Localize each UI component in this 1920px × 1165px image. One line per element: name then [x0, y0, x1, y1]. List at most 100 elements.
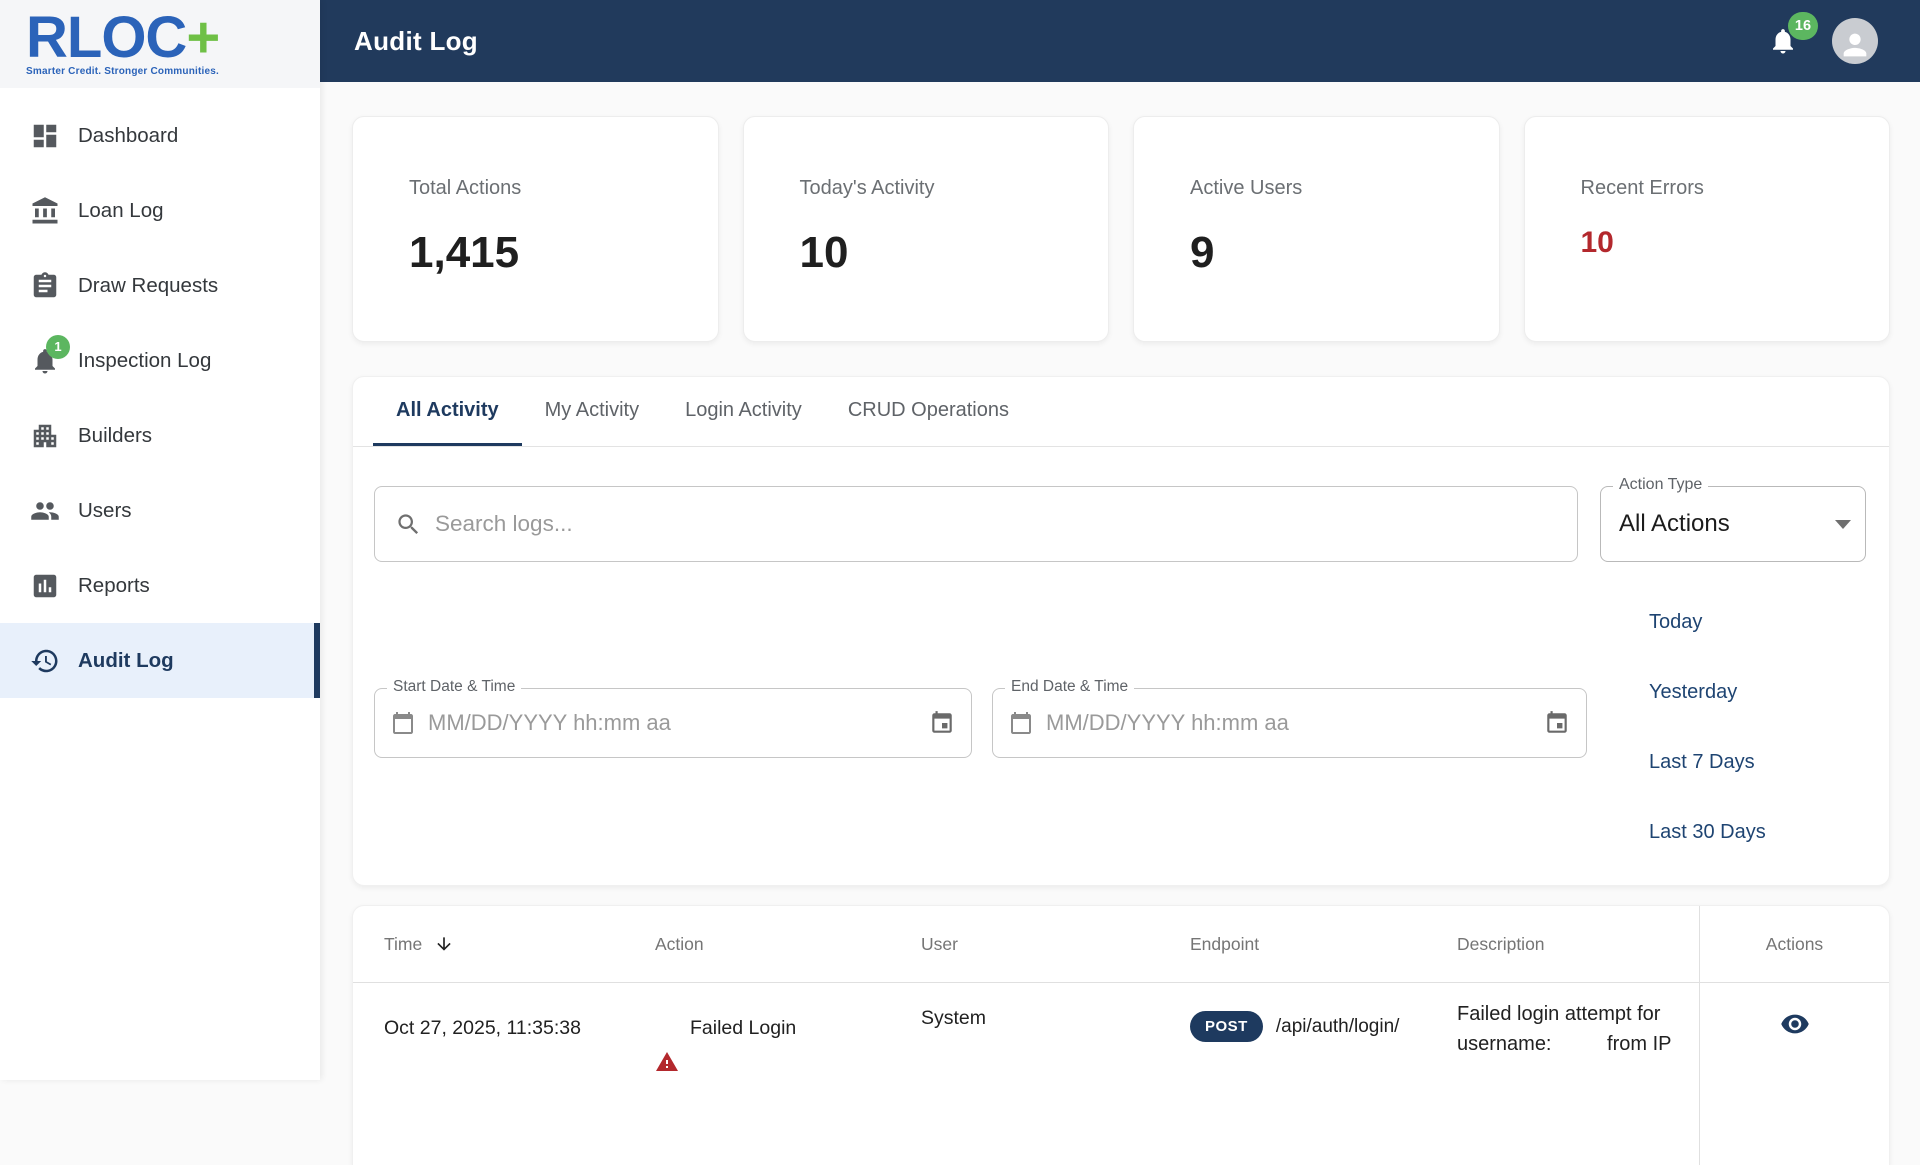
- column-header-endpoint: Endpoint: [1190, 933, 1260, 954]
- notifications-button[interactable]: 16: [1768, 12, 1818, 56]
- column-header-description: Description: [1457, 933, 1545, 954]
- sidebar-item-users[interactable]: Users: [0, 473, 320, 548]
- calendar-picker-icon[interactable]: [1544, 710, 1570, 736]
- sidebar-nav: Dashboard Loan Log Draw Requests 1 Inspe…: [0, 88, 320, 698]
- row-actions: [1699, 983, 1889, 1165]
- sidebar-item-label: Draw Requests: [78, 273, 219, 297]
- page-title: Audit Log: [354, 25, 478, 56]
- search-icon: [398, 513, 419, 534]
- quick-date-ranges: Today Yesterday Last 7 Days Last 30 Days: [1649, 610, 1766, 844]
- brand-tagline: Smarter Credit. Stronger Communities.: [26, 66, 219, 77]
- stat-value: 1,415: [409, 228, 520, 277]
- bell-icon: 1: [30, 334, 70, 376]
- row-action: Failed Login: [623, 983, 890, 1165]
- end-date-label: End Date & Time: [1005, 678, 1135, 696]
- column-header-time[interactable]: Time: [353, 934, 623, 955]
- sidebar-item-label: Audit Log: [78, 648, 174, 672]
- calendar-icon: [393, 712, 413, 734]
- tab-my-activity[interactable]: My Activity: [522, 377, 662, 446]
- table-header-row: Time Action User Endpoint Description Ac…: [353, 906, 1889, 982]
- end-date-input[interactable]: [1046, 710, 1366, 736]
- sidebar-item-label: Reports: [78, 573, 150, 597]
- row-description: Failed login attempt for username: from …: [1427, 983, 1699, 1165]
- activity-tabs: All Activity My Activity Login Activity …: [353, 377, 1889, 447]
- sidebar-item-draw-requests[interactable]: Draw Requests: [0, 248, 320, 323]
- sidebar-item-loan-log[interactable]: Loan Log: [0, 173, 320, 248]
- stats-row: Total Actions 1,415 Today's Activity 10 …: [352, 116, 1890, 342]
- stat-card-active-users: Active Users 9: [1133, 116, 1500, 342]
- sidebar-item-label: Builders: [78, 423, 153, 447]
- stat-label: Recent Errors: [1580, 177, 1704, 199]
- action-type-label: Action Type: [1613, 476, 1709, 494]
- stat-card-recent-errors: Recent Errors 10: [1523, 116, 1890, 342]
- row-user: System: [921, 1007, 987, 1029]
- column-header-action: Action: [655, 933, 704, 954]
- sidebar-item-inspection-log[interactable]: 1 Inspection Log: [0, 323, 320, 398]
- history-icon: [30, 646, 60, 676]
- warning-icon: [655, 1050, 679, 1074]
- brand-name: RLOC: [26, 5, 187, 70]
- sidebar-item-label: Dashboard: [78, 123, 179, 147]
- dashboard-grid-icon: [30, 121, 60, 151]
- bar-chart-icon: [30, 571, 60, 601]
- description-line-2: username: from IP: [1457, 1033, 1672, 1055]
- column-header-user: User: [921, 933, 958, 954]
- calendar-icon: [1011, 712, 1031, 734]
- stat-value: 9: [1190, 228, 1215, 277]
- stat-label: Total Actions: [409, 177, 522, 199]
- quick-range-last-30-days[interactable]: Last 30 Days: [1649, 820, 1766, 844]
- search-box: [374, 486, 1578, 562]
- chevron-down-icon: [1835, 520, 1851, 529]
- table-row: Oct 27, 2025, 11:35:38 Failed Login Syst…: [353, 982, 1889, 1165]
- stat-card-todays-activity: Today's Activity 10: [742, 116, 1109, 342]
- quick-range-last-7-days[interactable]: Last 7 Days: [1649, 750, 1766, 774]
- audit-log-table: Time Action User Endpoint Description Ac…: [352, 905, 1890, 1165]
- bank-icon: [30, 196, 60, 226]
- stat-value: 10: [799, 228, 849, 277]
- main-content: Total Actions 1,415 Today's Activity 10 …: [320, 82, 1920, 1165]
- stat-card-total-actions: Total Actions 1,415: [352, 116, 719, 342]
- quick-range-today[interactable]: Today: [1649, 610, 1766, 634]
- stat-label: Active Users: [1190, 177, 1303, 199]
- sidebar-item-dashboard[interactable]: Dashboard: [0, 98, 320, 173]
- tab-crud-operations[interactable]: CRUD Operations: [825, 377, 1032, 446]
- sidebar-item-builders[interactable]: Builders: [0, 398, 320, 473]
- sidebar-item-reports[interactable]: Reports: [0, 548, 320, 623]
- row-endpoint: POST /api/auth/login/: [1160, 983, 1427, 1165]
- description-line-1: Failed login attempt for: [1457, 1003, 1661, 1025]
- calendar-picker-icon[interactable]: [929, 710, 955, 736]
- row-action-label: Failed Login: [690, 1017, 797, 1039]
- inspection-log-badge: 1: [46, 334, 70, 359]
- top-bar: Audit Log 16: [320, 0, 1920, 82]
- sidebar-item-label: Users: [78, 498, 132, 522]
- sort-descending-icon[interactable]: [434, 934, 454, 954]
- people-icon: [30, 496, 60, 526]
- filters-panel: All Activity My Activity Login Activity …: [352, 376, 1890, 886]
- http-method-badge: POST: [1190, 1011, 1263, 1042]
- sidebar-item-label: Inspection Log: [78, 348, 212, 372]
- tab-login-activity[interactable]: Login Activity: [662, 377, 825, 446]
- clipboard-icon: [30, 271, 60, 301]
- action-type-value: All Actions: [1619, 510, 1730, 537]
- start-date-label: Start Date & Time: [387, 678, 522, 696]
- start-date-field: Start Date & Time: [374, 678, 972, 758]
- start-date-input[interactable]: [428, 710, 748, 736]
- quick-range-yesterday[interactable]: Yesterday: [1649, 680, 1766, 704]
- end-date-field: End Date & Time: [992, 678, 1587, 758]
- row-time: Oct 27, 2025, 11:35:38: [384, 1017, 581, 1039]
- search-input[interactable]: [435, 511, 1561, 537]
- sidebar-item-audit-log[interactable]: Audit Log: [0, 623, 320, 698]
- view-details-button[interactable]: [1780, 1009, 1810, 1042]
- notification-count-badge: 16: [1788, 12, 1818, 40]
- person-icon: [1843, 33, 1867, 57]
- user-avatar[interactable]: [1832, 18, 1878, 64]
- tab-all-activity[interactable]: All Activity: [373, 377, 522, 446]
- column-header-actions: Actions: [1699, 906, 1889, 982]
- endpoint-path: /api/auth/login/: [1275, 1016, 1400, 1037]
- eye-icon: [1780, 1014, 1809, 1034]
- building-icon: [30, 421, 60, 451]
- stat-value: 10: [1580, 226, 1614, 259]
- sidebar: RLOC+ Smarter Credit. Stronger Communiti…: [0, 0, 320, 1080]
- action-type-select[interactable]: Action Type All Actions: [1600, 476, 1866, 562]
- brand-logo: RLOC+ Smarter Credit. Stronger Communiti…: [0, 0, 320, 88]
